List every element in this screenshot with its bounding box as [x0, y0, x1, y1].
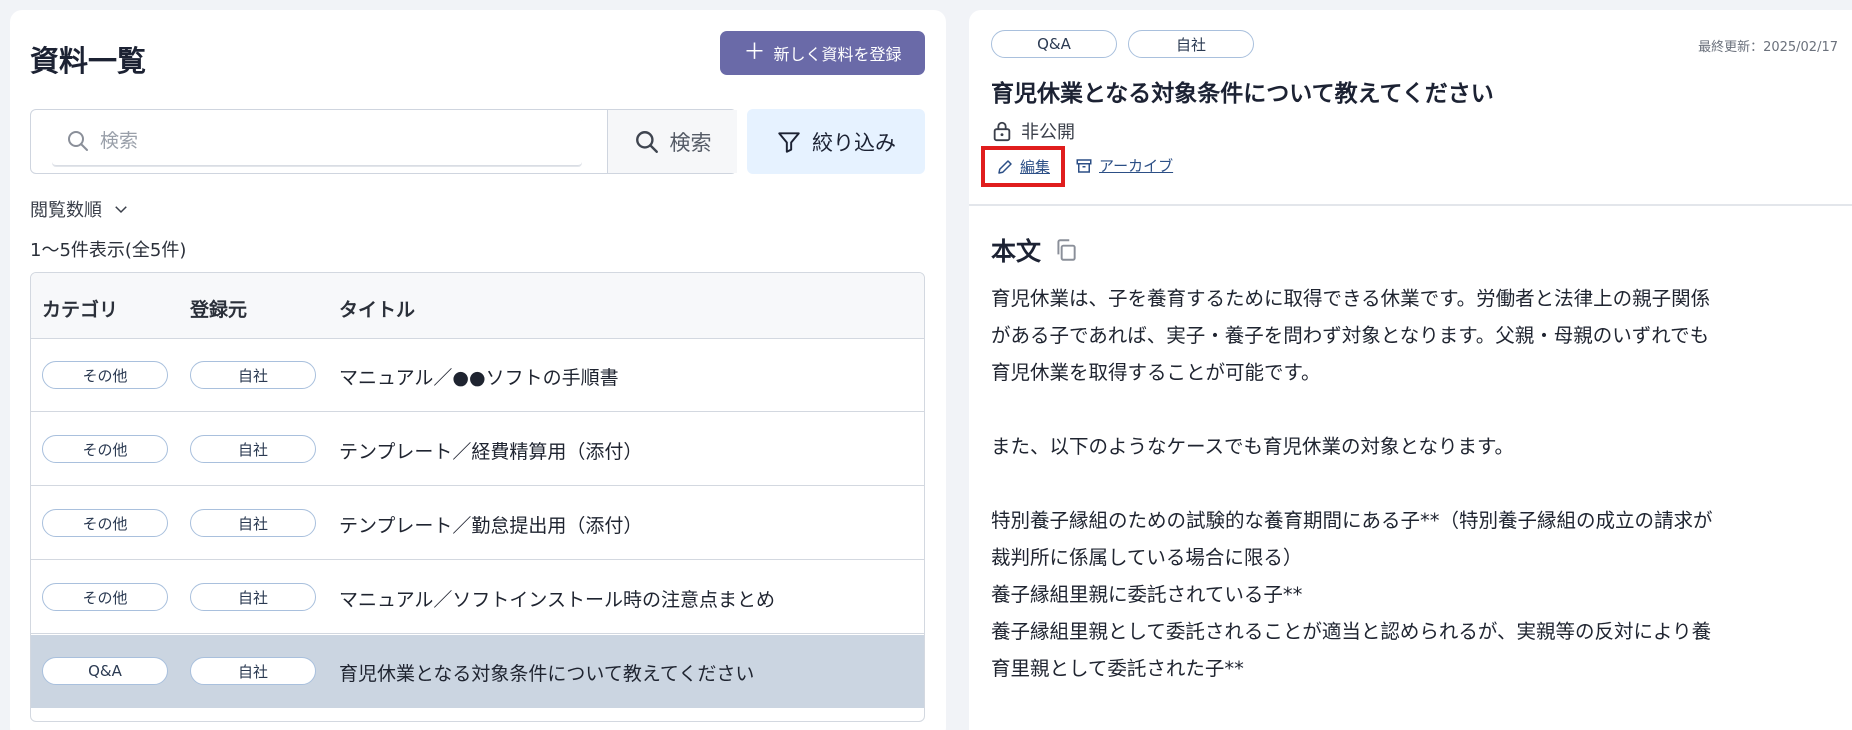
archive-link[interactable]: アーカイブ	[1075, 155, 1173, 176]
body-line: 裁判所に係属している場合に限る）	[991, 546, 1303, 569]
visibility-status: 非公開	[991, 118, 1075, 144]
column-header-source: 登録元	[190, 299, 248, 321]
category-badge: その他	[42, 583, 168, 611]
row-title: テンプレート／経費精算用（添付）	[339, 441, 643, 463]
body-heading: 本文	[991, 232, 1079, 268]
table-row[interactable]: その他 自社 マニュアル／●●ソフトの手順書	[31, 339, 924, 412]
body-line: 育里親として委託された子**	[991, 657, 1244, 680]
edit-link[interactable]: 編集	[981, 146, 1065, 187]
sort-select[interactable]: 閲覧数順	[30, 196, 130, 222]
filter-button[interactable]: 絞り込み	[747, 109, 925, 174]
body-line: また、以下のようなケースでも育児休業の対象となります。	[991, 435, 1514, 458]
body-line: がある子であれば、実子・養子を問わず対象となります。父親・母親のいずれでも	[991, 324, 1710, 347]
table-row[interactable]: その他 自社 テンプレート／経費精算用（添付）	[31, 413, 924, 486]
table-header: カテゴリ 登録元 タイトル	[31, 273, 924, 339]
register-document-label: 新しく資料を登録	[773, 45, 902, 64]
register-document-button[interactable]: ＋ 新しく資料を登録	[720, 31, 925, 75]
chevron-down-icon	[115, 206, 127, 214]
archive-label: アーカイブ	[1099, 157, 1174, 175]
search-icon	[68, 131, 88, 151]
body-text: 育児休業は、子を養育するために取得できる休業です。労働者と法律上の親子関係 があ…	[991, 280, 1836, 687]
detail-source-tag: 自社	[1128, 30, 1254, 58]
search-field[interactable]	[52, 117, 582, 166]
archive-icon	[1076, 158, 1092, 173]
body-heading-label: 本文	[991, 237, 1042, 266]
search-button[interactable]: 検索	[607, 110, 737, 173]
row-title: マニュアル／●●ソフトの手順書	[339, 367, 619, 389]
plus-icon: ＋	[743, 40, 766, 65]
body-line	[991, 465, 1836, 502]
body-line: 育児休業を取得することが可能です。	[991, 361, 1321, 384]
filter-icon	[778, 131, 800, 153]
body-line: 養子縁組里親に委託されている子**	[991, 583, 1303, 606]
source-badge: 自社	[190, 583, 316, 611]
filter-button-label: 絞り込み	[812, 130, 896, 155]
last-updated: 最終更新：2025/02/17	[1698, 40, 1838, 55]
edit-label: 編集	[1019, 158, 1050, 176]
document-detail-panel: Q&A 自社 最終更新：2025/02/17 育児休業となる対象条件について教え…	[969, 10, 1852, 730]
source-badge: 自社	[190, 657, 316, 685]
pencil-icon	[998, 159, 1012, 174]
table-row-selected[interactable]: Q&A 自社 育児休業となる対象条件について教えてください	[31, 635, 924, 708]
lock-icon	[993, 121, 1011, 142]
result-count: 1～5件表示(全5件)	[30, 240, 187, 261]
body-line	[991, 391, 1836, 428]
search-input[interactable]	[100, 130, 550, 152]
copy-icon[interactable]	[1053, 237, 1079, 263]
source-badge: 自社	[190, 509, 316, 537]
body-line: 育児休業は、子を養育するために取得できる休業です。労働者と法律上の親子関係	[991, 287, 1711, 310]
row-title: 育児休業となる対象条件について教えてください	[339, 663, 755, 685]
column-header-category: カテゴリ	[42, 299, 119, 321]
visibility-label: 非公開	[1021, 122, 1075, 143]
row-title: マニュアル／ソフトインストール時の注意点まとめ	[339, 589, 776, 611]
source-badge: 自社	[190, 361, 316, 389]
search-icon	[635, 130, 658, 153]
category-badge: その他	[42, 361, 168, 389]
body-line: 特別養子縁組のための試験的な養育期間にある子**（特別養子縁組の成立の請求が	[991, 509, 1713, 532]
category-badge: Q&A	[42, 657, 168, 685]
row-title: テンプレート／勤怠提出用（添付）	[339, 515, 643, 537]
document-table: カテゴリ 登録元 タイトル その他 自社 マニュアル／●●ソフトの手順書 その他…	[30, 272, 925, 722]
source-badge: 自社	[190, 435, 316, 463]
detail-category-tag: Q&A	[991, 30, 1117, 58]
table-row[interactable]: その他 自社 テンプレート／勤怠提出用（添付）	[31, 487, 924, 560]
detail-title: 育児休業となる対象条件について教えてください	[991, 81, 1494, 107]
category-badge: その他	[42, 509, 168, 537]
body-line: 養子縁組里親として委託されることが適当と認められるが、実親等の反対により養	[991, 620, 1712, 643]
category-badge: その他	[42, 435, 168, 463]
document-list-panel: 資料一覧 ＋ 新しく資料を登録 検索 絞り込み 閲覧数順	[10, 10, 946, 730]
search-box: 検索	[30, 109, 737, 174]
table-row[interactable]: その他 自社 マニュアル／ソフトインストール時の注意点まとめ	[31, 561, 924, 634]
column-header-title: タイトル	[339, 299, 416, 321]
search-button-label: 検索	[669, 130, 712, 155]
divider	[969, 204, 1852, 206]
sort-label: 閲覧数順	[30, 200, 102, 221]
page-title: 資料一覧	[30, 44, 147, 78]
